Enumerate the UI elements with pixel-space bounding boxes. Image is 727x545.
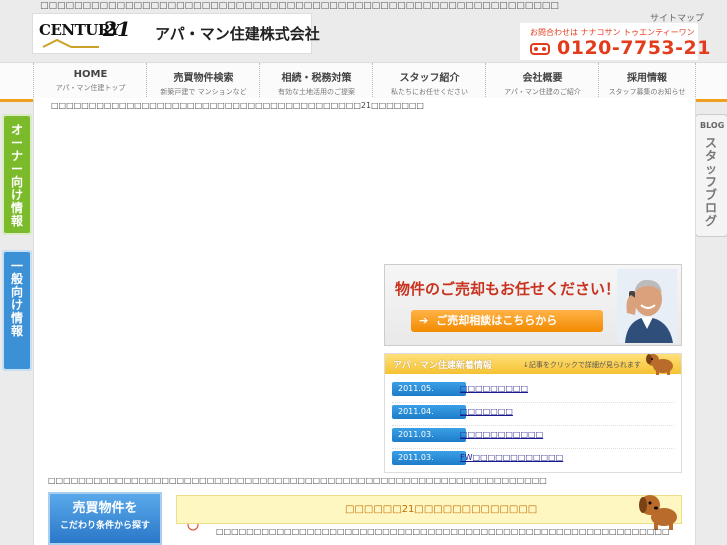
nav-subtitle: スタッフ募集のお知らせ	[608, 88, 686, 96]
nav-subtitle: 有効な土地活用のご提案	[278, 88, 355, 96]
logo-number: 21	[103, 17, 131, 41]
nav-subtitle: アパ・マン住建のご紹介	[504, 88, 581, 96]
promo-heading: 物件のご売却もお任せください！	[395, 280, 621, 298]
nav-title: 相続・税務対策	[281, 73, 352, 84]
news-hint: ↓記事をクリックで詳細が見られます	[523, 361, 641, 369]
sale-consult-button[interactable]: ➔ ご売却相談はこちらから	[411, 310, 603, 332]
staff-blog-label: スタッフブログ	[704, 136, 717, 228]
century21-banner: □□□□□□21□□□□□□□□□□□□□	[176, 495, 682, 524]
property-search-button[interactable]: 売買物件を こだわり条件から探す	[48, 492, 162, 545]
news-link[interactable]: □□□□□□□	[460, 407, 513, 416]
search-button-line2: こだわり条件から探す	[59, 521, 150, 531]
arrow-right-icon: ➔	[419, 314, 429, 327]
news-panel: アパ・マン住建新着情報 ↓記事をクリックで詳細が見られます 2011.05. □…	[384, 353, 682, 473]
global-nav: HOME アパ・マン住建トップ 売買物件検索 新築戸建で マンションなど 相続・…	[0, 62, 727, 102]
nav-item-home[interactable]: HOME アパ・マン住建トップ	[33, 63, 147, 99]
nav-item-inheritance[interactable]: 相続・税務対策 有効な土地活用のご提案	[259, 63, 373, 99]
nav-subtitle: アパ・マン住建トップ	[55, 84, 126, 92]
site-header: □□□□□□□□□□□□□□□□□□□□□□□□□□□□□□□□□□□□□□□□…	[0, 0, 727, 62]
news-title: アパ・マン住建新着情報	[393, 361, 492, 371]
dog-mascot-icon	[639, 495, 677, 530]
businessman-on-phone-photo	[617, 269, 677, 343]
blog-label: BLOG	[700, 121, 725, 130]
century21-logo: CENTURY 21	[37, 17, 137, 49]
news-header: アパ・マン住建新着情報 ↓記事をクリックで詳細が見られます	[385, 354, 681, 375]
general-info-label: 一般向け情報	[10, 259, 23, 338]
nav-subtitle: 新築戸建で マンションなど	[160, 88, 247, 96]
general-info-tab[interactable]: 一般向け情報	[2, 250, 32, 371]
owner-info-tab[interactable]: オーナー向け情報	[2, 114, 32, 235]
nav-title: 会社概要	[522, 73, 563, 84]
logo-link[interactable]: CENTURY 21 アパ・マン住建株式会社	[32, 13, 320, 54]
nav-title: 採用情報	[627, 73, 667, 84]
news-link[interactable]: □□□□□□□□□□□	[460, 430, 543, 439]
dog-mascot-icon	[646, 354, 673, 375]
news-item: 2011.04. □□□□□□□	[392, 403, 674, 426]
nav-title: HOME	[73, 69, 108, 80]
sale-consult-banner[interactable]: 物件のご売却もお任せください！ ➔ ご売却相談はこちらから	[384, 264, 682, 346]
search-button-line1: 売買物件を	[72, 501, 138, 516]
news-link[interactable]: FW□□□□□□□□□□□□	[460, 453, 563, 462]
news-date: 2011.04.	[392, 405, 466, 419]
phone-number: 0120-7753-21	[557, 37, 711, 59]
section-band-text: □□□□□□□□□□□□□□□□□□□□□□□□□□□□□□□□□□□□□□□□…	[48, 476, 547, 485]
house-roof-icon	[42, 38, 99, 48]
banner-text: □□□□□□21□□□□□□□□□□□□□	[345, 504, 538, 515]
staff-blog-tab[interactable]: BLOG スタッフブログ	[695, 114, 727, 237]
owner-info-label: オーナー向け情報	[10, 123, 23, 228]
news-link[interactable]: □□□□□□□□□	[460, 384, 528, 393]
news-date: 2011.05.	[392, 382, 466, 396]
nav-item-recruit[interactable]: 採用情報 スタッフ募集のお知らせ	[598, 63, 696, 99]
nav-title: 売買物件検索	[173, 73, 234, 84]
free-dial-icon	[530, 43, 550, 55]
phone-contact: お問合わせは ナナコサン トゥエンティーワン 0120-7753-21	[520, 23, 710, 60]
intro-text: □□□□□□□□□□□□□□□□□□□□□□□□□□□□□□□□□□□□□□□□…	[51, 101, 424, 110]
news-item: 2011.05. □□□□□□□□□	[392, 380, 674, 403]
nav-subtitle: 私たちにお任せください	[391, 88, 468, 96]
news-item: 2011.03. □□□□□□□□□□□	[392, 426, 674, 449]
news-item: 2011.03. FW□□□□□□□□□□□□	[392, 449, 674, 471]
news-date: 2011.03.	[392, 428, 466, 442]
nav-item-search[interactable]: 売買物件検索 新築戸建で マンションなど	[146, 63, 260, 99]
nav-item-staff[interactable]: スタッフ紹介 私たちにお任せください	[372, 63, 486, 99]
nav-item-company[interactable]: 会社概要 アパ・マン住建のご紹介	[485, 63, 599, 99]
nav-title: スタッフ紹介	[399, 73, 460, 84]
header-topline: □□□□□□□□□□□□□□□□□□□□□□□□□□□□□□□□□□□□□□□□…	[40, 1, 559, 11]
bottom-text: □□□□□□□□□□□□□□□□□□□□□□□□□□□□□□□□□□□□□□□□…	[216, 527, 670, 536]
news-date: 2011.03.	[392, 451, 466, 465]
company-name: アパ・マン住建株式会社	[155, 25, 320, 43]
sale-consult-label: ご売却相談はこちらから	[436, 314, 558, 327]
